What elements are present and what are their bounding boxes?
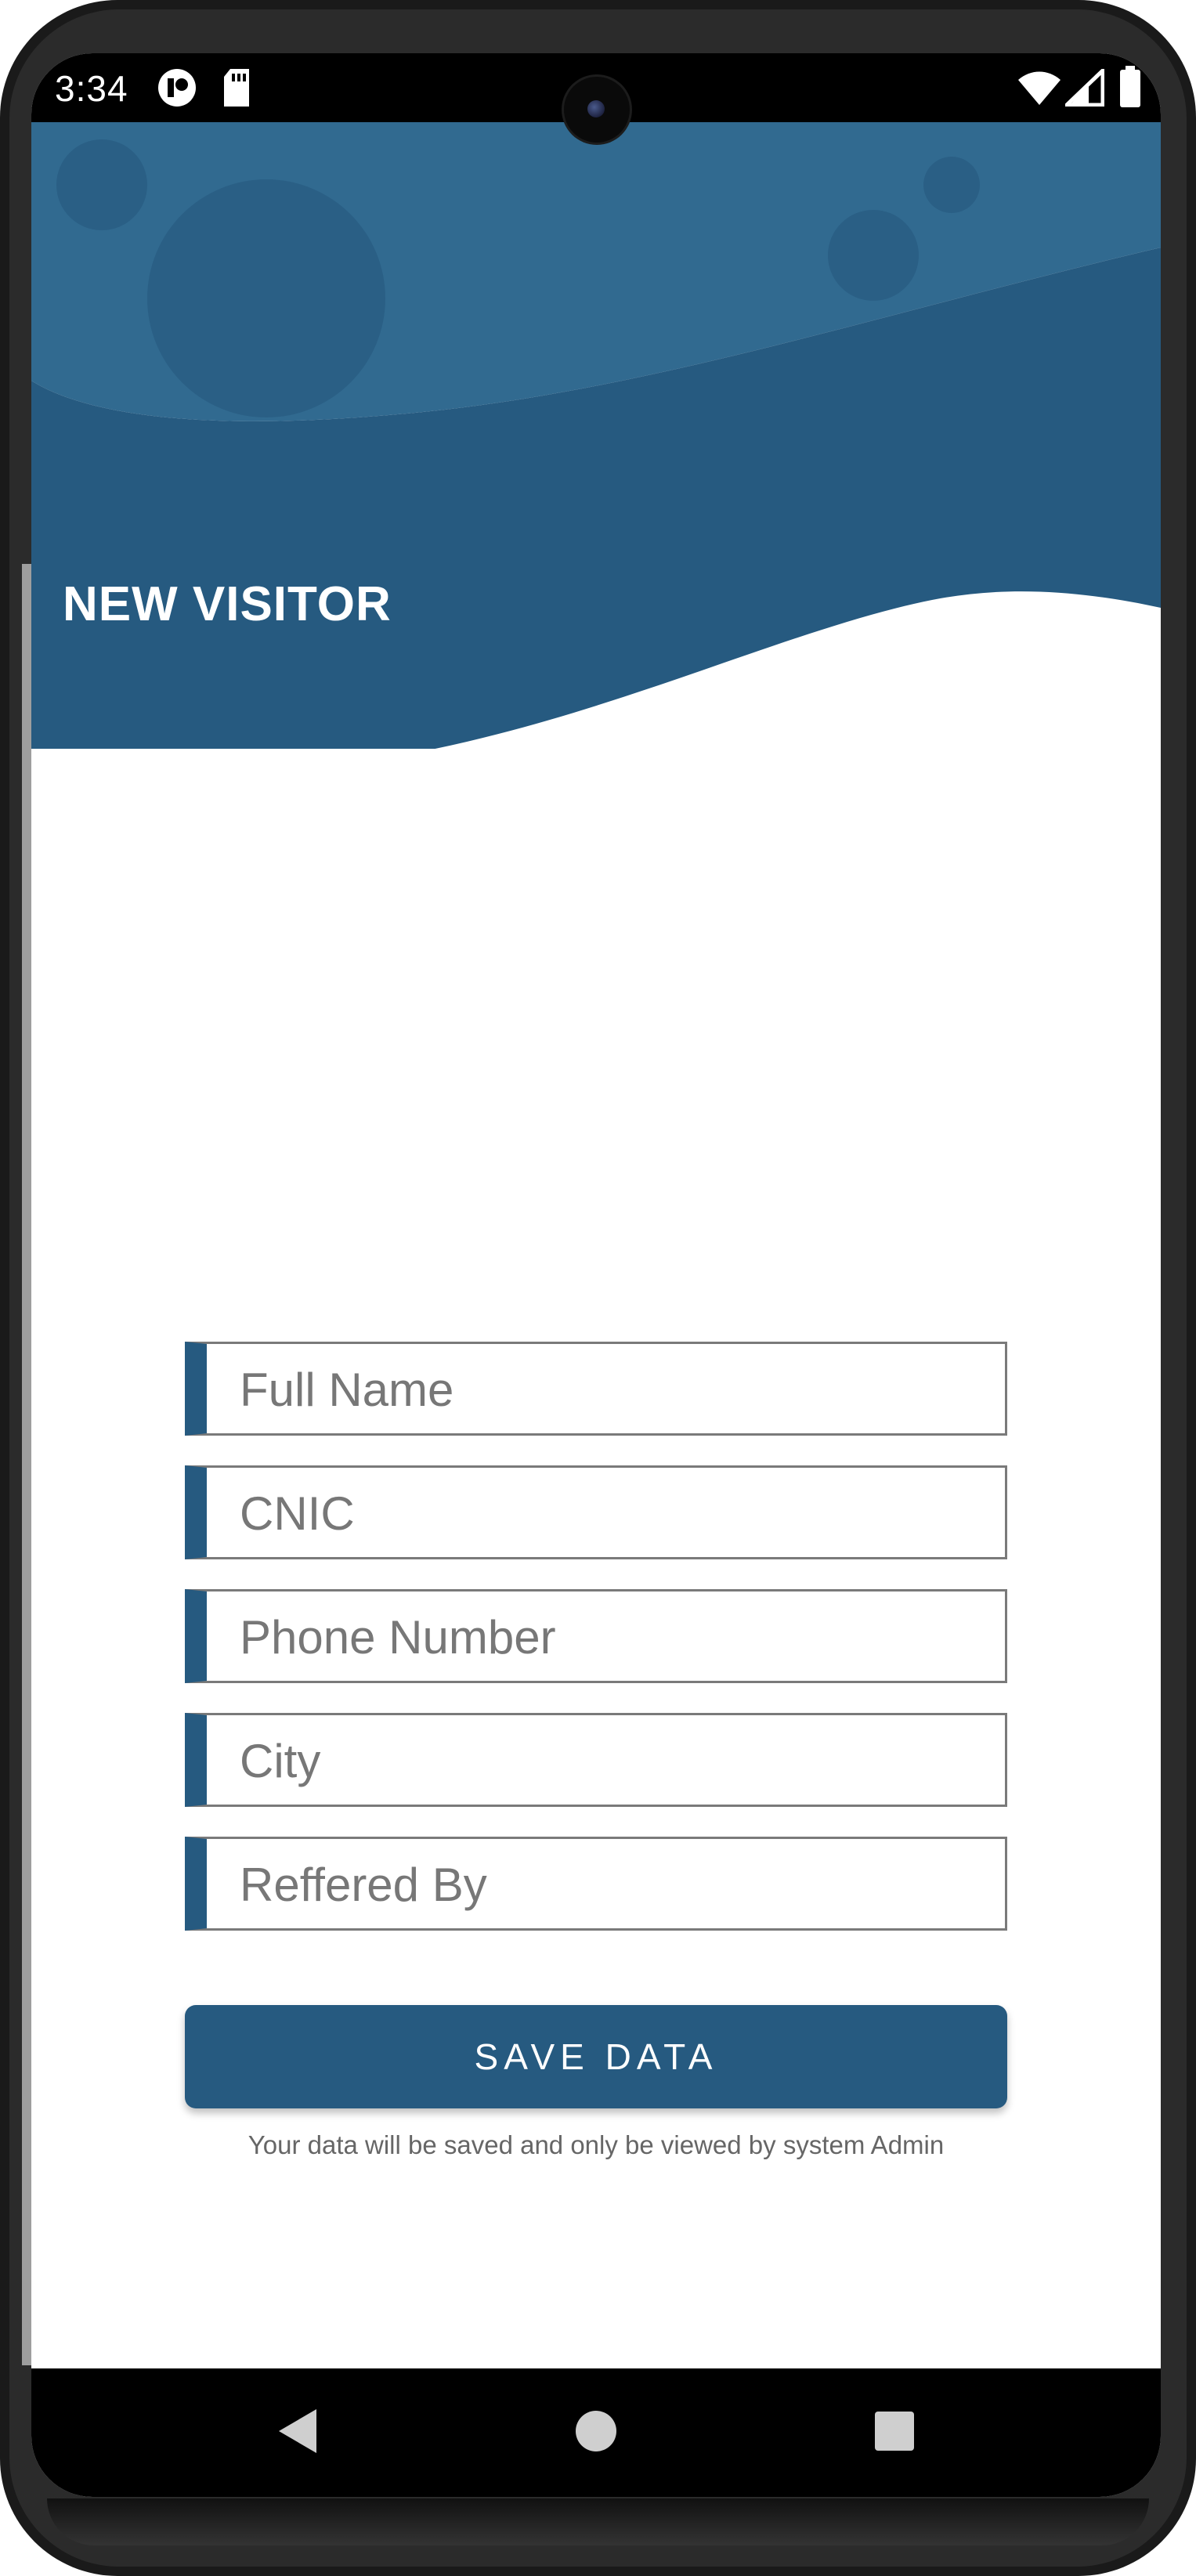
sd-card-icon xyxy=(221,67,252,112)
header-bubble xyxy=(923,157,980,213)
phone-number-field xyxy=(185,1589,1007,1683)
front-camera xyxy=(564,77,630,143)
recents-icon[interactable] xyxy=(863,2400,926,2462)
header-bubble xyxy=(56,139,147,230)
save-data-button[interactable]: SAVE DATA xyxy=(185,2005,1007,2108)
side-edge xyxy=(22,564,31,2365)
header-banner: NEW VISITOR xyxy=(31,122,1161,773)
header-bubble xyxy=(828,210,919,301)
camera-lens xyxy=(587,100,605,117)
referred-by-field xyxy=(185,1837,1007,1931)
status-time: 3:34 xyxy=(55,68,128,109)
phone-bottom-edge xyxy=(47,2498,1149,2545)
header-wave-graphic xyxy=(31,122,1161,773)
app-notification-icon xyxy=(157,67,197,112)
full-name-input[interactable] xyxy=(238,1344,993,1435)
navigation-bar xyxy=(31,2368,1161,2497)
visitor-form xyxy=(185,1342,1007,1960)
header-bubble xyxy=(147,179,385,417)
app-screen: NEW VISITOR 3:34 Full Name CNIC Phone Nu… xyxy=(31,53,1161,2497)
full-name-field xyxy=(185,1342,1007,1436)
battery-icon xyxy=(1118,66,1142,112)
signal-icon xyxy=(1061,66,1105,110)
cnic-input[interactable] xyxy=(238,1468,993,1559)
wifi-icon xyxy=(1017,69,1062,110)
cnic-field xyxy=(185,1465,1007,1559)
city-field xyxy=(185,1713,1007,1807)
phone-frame: NEW VISITOR 3:34 Full Name CNIC Phone Nu… xyxy=(0,0,1196,2576)
referred-by-input[interactable] xyxy=(238,1839,993,1930)
home-icon[interactable] xyxy=(565,2400,627,2462)
phone-number-input[interactable] xyxy=(238,1591,993,1682)
page-title: NEW VISITOR xyxy=(63,577,392,631)
privacy-note: Your data will be saved and only be view… xyxy=(248,2130,945,2159)
back-icon[interactable] xyxy=(266,2400,329,2462)
city-input[interactable] xyxy=(238,1715,993,1806)
